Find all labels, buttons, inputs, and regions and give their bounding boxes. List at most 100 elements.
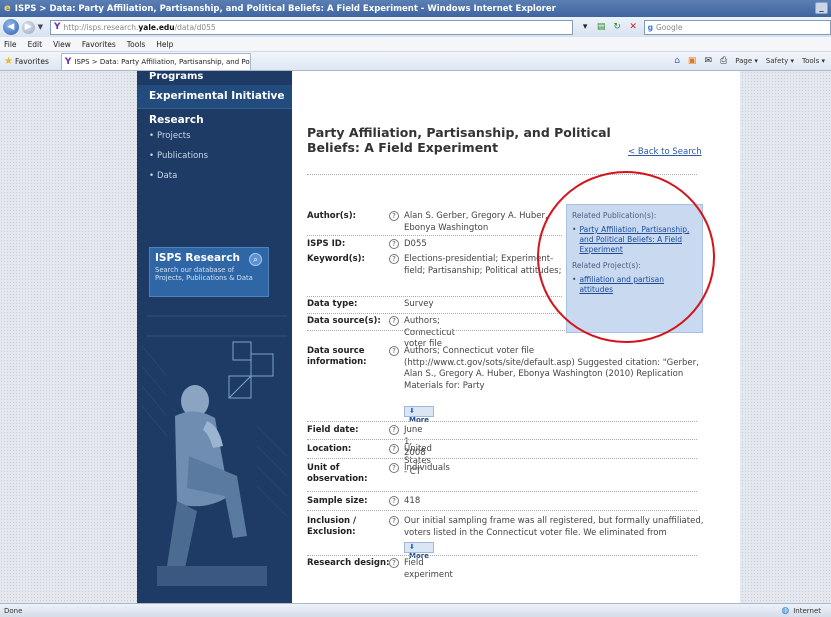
divider [307,458,697,459]
favorites-button[interactable]: Favorites [15,57,49,66]
help-icon[interactable]: ? [389,211,399,221]
field-label: Keyword(s): [307,254,365,264]
divider [307,510,697,511]
field-value: Survey [404,299,434,309]
feeds-icon[interactable]: ▣ [688,56,697,66]
field-label: Author(s): [307,211,357,221]
refresh-icon[interactable]: ↻ [611,21,624,34]
menu-tools[interactable]: Tools [127,40,145,49]
field-label: Unit of observation: [307,463,368,484]
menu-help[interactable]: Help [156,40,173,49]
back-to-search-link[interactable]: < Back to Search [628,147,702,157]
status-bar: Done ◍ Internet [0,603,831,617]
help-icon[interactable]: ? [389,496,399,506]
tools-menu[interactable]: Tools ▾ [802,57,825,65]
stop-icon[interactable]: ✕ [627,21,640,34]
safety-menu[interactable]: Safety ▾ [766,57,794,65]
search-icon[interactable]: ⌕ [249,253,262,266]
mail-icon[interactable]: ✉ [704,56,712,66]
address-prefix: http://isps.research. [63,22,139,32]
security-zone[interactable]: ◍ Internet [781,606,831,616]
help-icon[interactable]: ? [389,558,399,568]
search-input[interactable]: g Google [643,19,831,35]
arrow-down-icon: ⬇ [409,543,415,551]
sidebar-item-projects[interactable]: • Projects [149,131,191,141]
field-label: Sample size: [307,496,368,506]
divider [307,491,697,492]
sidebar-item-data[interactable]: • Data [149,171,177,181]
sidebar-experimental-initiative[interactable]: Experimental Initiative [137,85,292,109]
ie-logo-icon: e [4,3,11,14]
tab-title: ISPS > Data: Party Affiliation, Partisan… [74,57,251,66]
field-value: Alan S. Gerber, Gregory A. Huber, Ebonya… [404,211,548,233]
address-site: yale.edu [138,22,175,32]
print-icon[interactable]: ⎙ [720,56,727,66]
divider [307,555,697,556]
field-value: Authors; Connecticut voter file (http://… [404,346,699,391]
back-button[interactable]: ◀ [3,19,19,35]
address-dropdown-icon[interactable]: ▾ [579,21,592,34]
divider [307,439,697,440]
globe-icon: ◍ [781,605,790,616]
help-icon[interactable]: ? [389,316,399,326]
help-icon[interactable]: ? [389,425,399,435]
field-label: Inclusion / Exclusion: [307,516,357,537]
sidebar-programs[interactable]: Programs [149,71,203,82]
field-label: Data type: [307,299,358,309]
compatibility-icon[interactable]: ▤ [595,21,608,34]
help-icon[interactable]: ? [389,254,399,264]
arrow-down-icon: ⬇ [409,407,415,415]
sidebar-item-publications[interactable]: • Publications [149,151,208,161]
browser-tab[interactable]: Y ISPS > Data: Party Affiliation, Partis… [60,52,251,70]
help-icon[interactable]: ? [389,463,399,473]
field-value: Our initial sampling frame was all regis… [404,516,704,538]
field-value: 418 [404,496,421,506]
field-value: D055 [404,239,427,249]
sidebar-item-label: Publications [157,151,209,161]
divider [307,296,562,297]
menu-file[interactable]: File [4,40,17,49]
minimize-button[interactable]: _ [815,2,828,14]
history-dropdown-icon[interactable]: ▼ [38,23,43,31]
help-icon[interactable]: ? [389,516,399,526]
divider [307,421,697,422]
address-bar[interactable]: Y http://isps.research. yale.edu/data/d05… [49,19,573,35]
tab-favicon-icon: Y [64,56,72,67]
page-menu[interactable]: Page ▾ [735,57,758,65]
favorites-bar: ★ Favorites Y ISPS > Data: Party Affilia… [0,52,831,71]
home-icon[interactable]: ⌂ [674,56,680,66]
command-bar: ⌂ ▣ ✉ ⎙ Page ▾ Safety ▾ Tools ▾ [674,56,831,66]
status-text: Done [4,606,23,615]
isps-research-heading: ISPS Research [155,252,240,264]
isps-research-text: Search our database of Projects, Publica… [155,266,253,282]
menu-edit[interactable]: Edit [28,40,43,49]
page-viewport[interactable]: Programs Experimental Initiative Researc… [0,71,831,603]
menu-view[interactable]: View [53,40,71,49]
menu-favorites[interactable]: Favorites [82,40,116,49]
isps-research-search-box[interactable]: ISPS Research Search our database of Pro… [149,247,269,297]
favorites-star-icon[interactable]: ★ [4,56,13,67]
yahoo-favicon-icon: Y [53,22,61,32]
more-label: More [409,416,429,424]
more-button[interactable]: ⬇ More [404,542,434,560]
help-icon[interactable]: ? [389,346,399,356]
forward-button[interactable]: ▶ [21,20,35,34]
help-icon[interactable]: ? [389,239,399,249]
left-sidebar: Programs Experimental Initiative Researc… [137,71,292,603]
window-titlebar: e ISPS > Data: Party Affiliation, Partis… [0,0,831,17]
sidebar-research[interactable]: Research [149,114,204,126]
sidebar-item-label: Projects [157,131,191,141]
help-icon[interactable]: ? [389,444,399,454]
field-label: Field date: [307,425,359,435]
highlight-circle [537,171,715,343]
field-label: Data source(s): [307,316,381,326]
field-value: Field experiment [404,558,453,580]
field-value: Individuals [404,463,450,473]
statue-illustration [137,306,292,603]
field-label: ISPS ID: [307,239,346,249]
more-button[interactable]: ⬇ More [404,406,434,424]
address-row: ◀ ▶ ▼ Y http://isps.research. yale.edu/da… [0,17,831,37]
field-label: Data source information: [307,346,367,367]
window-title: ISPS > Data: Party Affiliation, Partisan… [14,3,556,14]
search-placeholder: Google [655,22,683,32]
